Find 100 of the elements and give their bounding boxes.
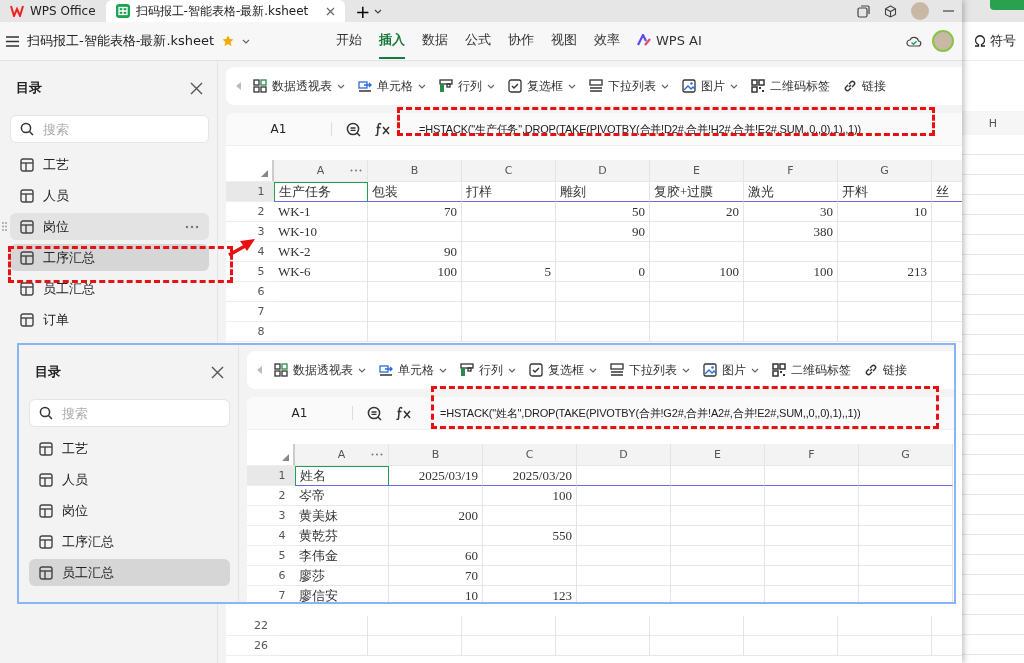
- toolbar-button[interactable]: 图片: [680, 75, 740, 97]
- toolbar-button[interactable]: 复选框: [527, 359, 599, 381]
- document-title[interactable]: 扫码报工-智能表格-最新.ksheet: [27, 32, 215, 50]
- toolbar-button[interactable]: 行列: [437, 75, 497, 97]
- row-number[interactable]: 3: [278, 509, 286, 522]
- toolbar-button[interactable]: 链接: [841, 75, 888, 97]
- toolbar-button[interactable]: 下拉列表: [587, 75, 671, 97]
- sheet-list-item[interactable]: 岗位: [29, 497, 230, 524]
- row-number[interactable]: 5: [257, 265, 265, 278]
- column-header[interactable]: E: [671, 444, 765, 466]
- row-number[interactable]: 2: [278, 489, 286, 502]
- search-icon: [20, 122, 34, 136]
- menu-tab[interactable]: 协作: [508, 23, 534, 59]
- select-all-icon[interactable]: [261, 170, 268, 177]
- search-field[interactable]: 搜索: [29, 399, 230, 427]
- row-number[interactable]: 4: [257, 245, 265, 258]
- search-field[interactable]: 搜索: [10, 115, 209, 143]
- sheet-list-item[interactable]: 订单: [10, 306, 209, 333]
- row-number[interactable]: 7: [257, 305, 265, 318]
- toolbar-button[interactable]: 链接: [862, 359, 909, 381]
- browser-tab[interactable]: 扫码报工-智能表格-最新.ksheet: [105, 0, 346, 22]
- pivot-table-icon: [274, 363, 288, 377]
- row-number[interactable]: 22: [226, 616, 274, 636]
- more-icon[interactable]: [350, 169, 362, 172]
- close-icon[interactable]: [326, 6, 336, 16]
- menu-tab[interactable]: 数据: [422, 23, 448, 59]
- sheet-list-item[interactable]: 工艺: [29, 435, 230, 462]
- column-header[interactable]: G: [838, 160, 932, 182]
- column-header[interactable]: H: [988, 116, 998, 130]
- toolbar-button[interactable]: 行列: [458, 359, 518, 381]
- column-header[interactable]: G: [859, 444, 953, 466]
- cell-reference[interactable]: A1: [247, 406, 353, 420]
- column-header[interactable]: F: [744, 160, 838, 182]
- column-header[interactable]: C: [483, 444, 577, 466]
- sheet-list-item[interactable]: 工艺: [10, 151, 209, 178]
- column-header[interactable]: A: [295, 444, 389, 466]
- column-header[interactable]: C: [462, 160, 556, 182]
- omega-icon[interactable]: [974, 35, 986, 47]
- cloud-sync-icon[interactable]: [906, 35, 922, 47]
- toolbar-button[interactable]: 图片: [701, 359, 761, 381]
- toolbar-button[interactable]: 二维码标签: [770, 359, 853, 381]
- formula-text[interactable]: =HSTACK("姓名",DROP(TAKE(PIVOTBY(合并!G2#,合并!A2#,合并!E2#,SUM,,0,,0),1),,1)): [440, 405, 861, 421]
- toolbar-button[interactable]: 下拉列表: [608, 359, 692, 381]
- menu-tab[interactable]: 开始: [336, 23, 362, 59]
- function-icon[interactable]: [375, 122, 391, 136]
- browser-tab[interactable]: WPS Office: [0, 0, 106, 22]
- star-icon[interactable]: [222, 35, 235, 47]
- row-number[interactable]: 26: [226, 636, 274, 656]
- window-icon[interactable]: [857, 4, 870, 18]
- sheet-list-item[interactable]: 人员: [10, 182, 209, 209]
- row-number[interactable]: 3: [257, 225, 265, 238]
- toolbar-button[interactable]: 复选框: [506, 75, 578, 97]
- row-number[interactable]: 6: [278, 569, 286, 582]
- menu-tab[interactable]: 视图: [551, 23, 577, 59]
- close-icon[interactable]: [211, 365, 224, 379]
- row-number[interactable]: 4: [278, 529, 286, 542]
- column-header[interactable]: A: [274, 160, 368, 182]
- sheet-list-item[interactable]: 工序汇总: [29, 528, 230, 555]
- column-header[interactable]: F: [765, 444, 859, 466]
- row-number[interactable]: 1: [247, 466, 295, 486]
- select-all-icon[interactable]: [282, 454, 289, 461]
- cube-icon[interactable]: [884, 4, 897, 18]
- picture-icon: [682, 79, 696, 93]
- row-number[interactable]: 7: [278, 589, 286, 602]
- sheet-list-item[interactable]: 员工汇总: [29, 559, 230, 586]
- column-header[interactable]: B: [368, 160, 462, 182]
- toolbar-button[interactable]: 数据透视表: [272, 359, 368, 381]
- toolbar-button[interactable]: 单元格: [377, 359, 449, 381]
- column-header[interactable]: E: [650, 160, 744, 182]
- row-number[interactable]: 8: [257, 325, 265, 338]
- toolbar-button[interactable]: 数据透视表: [251, 75, 347, 97]
- symbol-button[interactable]: 符号: [990, 32, 1016, 50]
- column-header[interactable]: B: [389, 444, 483, 466]
- row-number[interactable]: 1: [226, 182, 274, 202]
- close-icon[interactable]: [190, 81, 203, 95]
- sheet-list-item[interactable]: 工序汇总: [10, 244, 209, 271]
- menu-tab[interactable]: 插入: [379, 23, 405, 59]
- function-icon[interactable]: [396, 406, 412, 420]
- new-tab-button[interactable]: +: [345, 0, 375, 22]
- zoom-icon[interactable]: [367, 405, 382, 421]
- sheet-list-item[interactable]: 员工汇总: [10, 275, 209, 302]
- row-number[interactable]: 6: [257, 285, 265, 298]
- toolbar-button[interactable]: 二维码标签: [749, 75, 832, 97]
- zoom-icon[interactable]: [346, 121, 361, 137]
- more-icon[interactable]: [371, 453, 383, 456]
- column-header[interactable]: D: [577, 444, 671, 466]
- row-number[interactable]: 2: [257, 205, 265, 218]
- menu-icon[interactable]: [6, 35, 19, 47]
- sheet-list-item[interactable]: 人员: [29, 466, 230, 493]
- more-icon[interactable]: [185, 224, 199, 229]
- menu-tab[interactable]: 公式: [465, 23, 491, 59]
- drag-handle-icon[interactable]: [2, 222, 7, 231]
- menu-tab[interactable]: 效率: [594, 23, 620, 59]
- row-number[interactable]: 5: [278, 549, 286, 562]
- toolbar-button[interactable]: 单元格: [356, 75, 428, 97]
- menu-tab[interactable]: WPS AI: [637, 24, 702, 58]
- column-header[interactable]: D: [556, 160, 650, 182]
- caret-icon[interactable]: [374, 8, 383, 14]
- cell-reference[interactable]: A1: [226, 122, 332, 136]
- rows-columns-icon: [460, 363, 474, 377]
